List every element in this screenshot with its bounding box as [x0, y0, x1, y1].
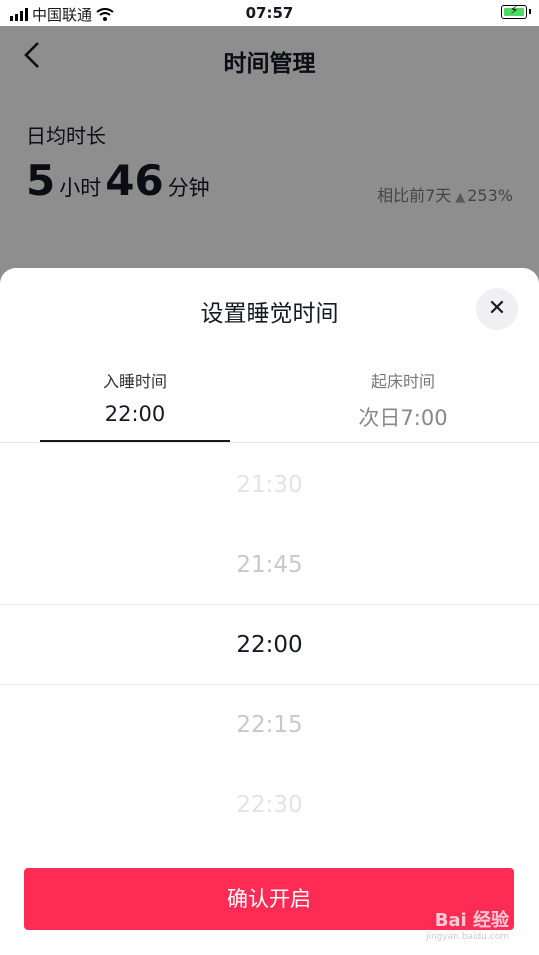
picker-option[interactable]: 21:30 — [0, 472, 539, 498]
picker-option[interactable]: 22:15 — [0, 712, 539, 738]
time-picker[interactable]: 21:30 21:45 22:00 22:15 22:30 — [0, 443, 539, 863]
tab-label: 起床时间 — [370, 372, 435, 391]
bottom-sheet: 设置睡觉时间 ✕ 入睡时间 22:00 起床时间 次日7:00 21:30 21… — [0, 268, 539, 955]
battery-icon: ⚡ — [501, 3, 531, 19]
status-time: 07:57 — [245, 4, 294, 22]
tab-value: 22:00 — [104, 402, 166, 426]
watermark-logo: Bai 经验 — [434, 910, 509, 931]
tab-sleep-time[interactable]: 入睡时间 22:00 — [40, 368, 230, 426]
tab-value: 次日7:00 — [358, 406, 448, 430]
close-button[interactable]: ✕ — [476, 288, 518, 330]
close-icon: ✕ — [487, 296, 507, 321]
tab-label: 入睡时间 — [102, 372, 167, 391]
picker-option[interactable]: 21:45 — [0, 552, 539, 578]
selection-line-bottom — [0, 684, 539, 685]
picker-option-selected[interactable]: 22:00 — [0, 632, 539, 658]
selection-line-top — [0, 604, 539, 605]
watermark-url: jingyan.baidu.com — [425, 932, 509, 942]
tab-wake-time[interactable]: 起床时间 次日7:00 — [308, 368, 498, 432]
sheet-title: 设置睡觉时间 — [200, 301, 339, 327]
picker-option[interactable]: 22:30 — [0, 792, 539, 818]
status-bar: 中国联通 07:57 ⚡ — [0, 0, 539, 26]
